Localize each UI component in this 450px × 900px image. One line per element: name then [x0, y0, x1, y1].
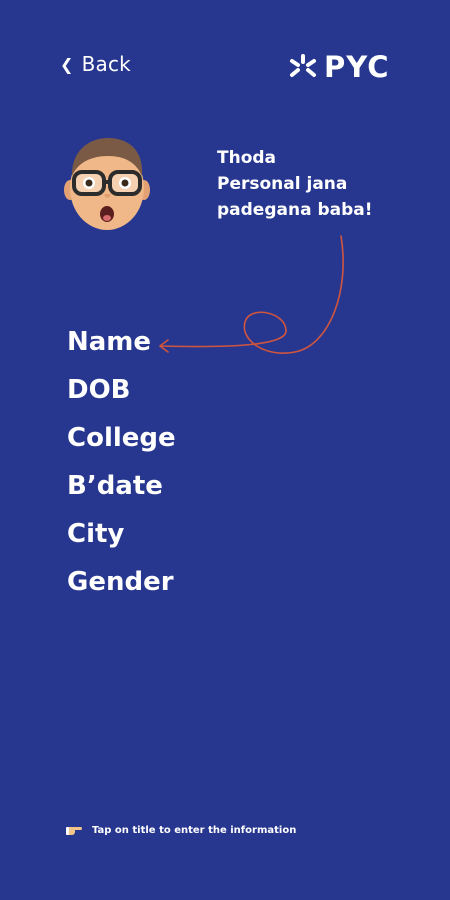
chevron-left-icon: ❮: [60, 54, 74, 74]
field-bdate[interactable]: B’date: [67, 462, 176, 510]
pyc-logo-mark-icon: [290, 54, 316, 77]
speech-line-3: padegana baba!: [217, 200, 373, 220]
field-dob[interactable]: DOB: [67, 366, 176, 414]
field-gender[interactable]: Gender: [67, 558, 176, 606]
field-college[interactable]: College: [67, 414, 176, 462]
speech-line-2: Personal jana: [217, 174, 348, 194]
avatar: [64, 138, 150, 230]
field-name[interactable]: Name: [67, 318, 176, 366]
hint: Tap on title to enter the information: [66, 824, 296, 836]
back-label: Back: [81, 52, 131, 76]
speech-line-1: Thoda: [217, 148, 277, 168]
field-city[interactable]: City: [67, 510, 176, 558]
pointing-hand-icon: [66, 827, 82, 835]
speech-text: Thoda Personal jana padegana baba!: [217, 145, 417, 223]
pyc-logo: PYC: [288, 50, 390, 84]
back-button[interactable]: ❮ Back: [60, 52, 131, 76]
logo-text: PYC: [324, 50, 390, 84]
hint-text: Tap on title to enter the information: [92, 824, 297, 836]
field-list: Name DOB College B’date City Gender: [67, 318, 176, 606]
